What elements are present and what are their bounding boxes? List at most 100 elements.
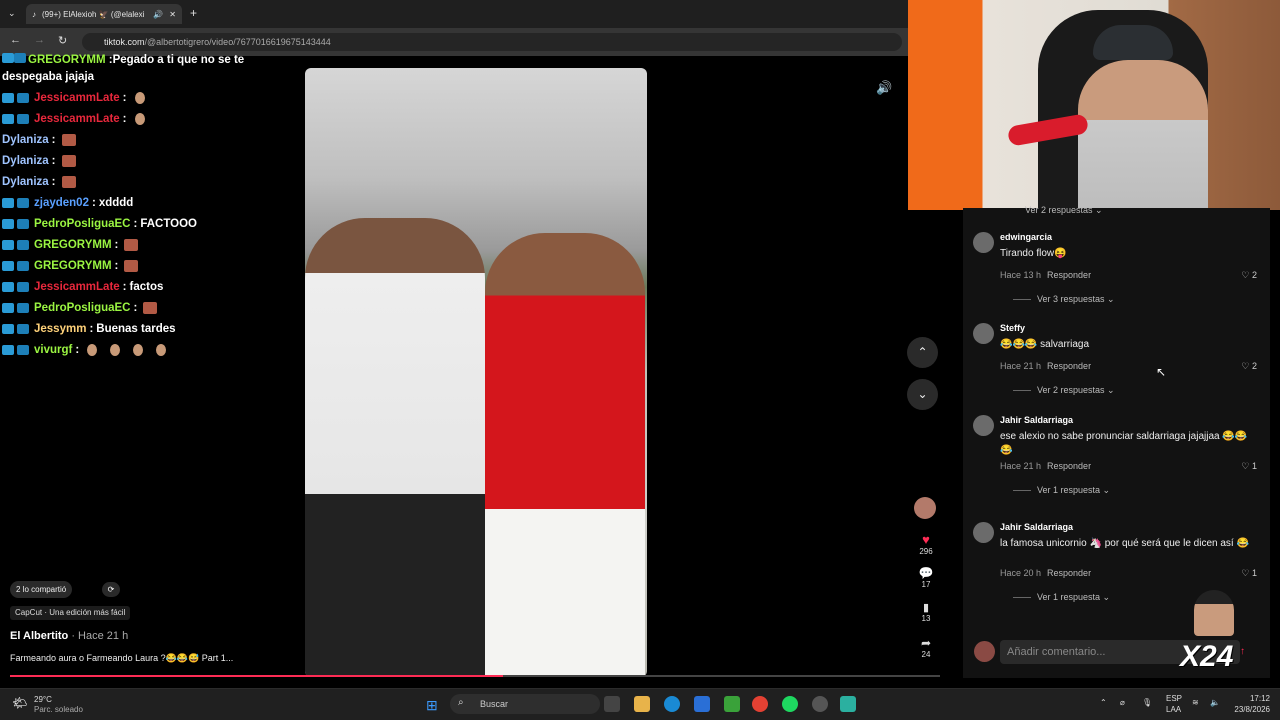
- chat-message: PedroPosliguaEC :: [2, 302, 158, 314]
- file-explorer-icon[interactable]: [634, 696, 650, 712]
- store-icon[interactable]: [694, 696, 710, 712]
- commenter-name[interactable]: Jahir Saldarriaga: [1000, 415, 1073, 425]
- edge-icon[interactable]: [664, 696, 680, 712]
- forward-icon[interactable]: →: [34, 34, 45, 46]
- chat-separator: :: [122, 113, 127, 125]
- chat-separator: :: [105, 54, 113, 66]
- chat-badge-icon: [2, 93, 14, 103]
- chat-message: Dylaniza :: [2, 134, 76, 146]
- obs-icon[interactable]: [812, 696, 828, 712]
- chat-separator: :: [51, 155, 56, 167]
- task-view-icon[interactable]: [604, 696, 620, 712]
- address-bar[interactable]: tiktok.com/@albertotigrero/video/7677016…: [82, 33, 902, 51]
- chat-emote-icon: [61, 134, 76, 146]
- weather-desc[interactable]: Parc. soleado: [34, 705, 83, 714]
- chat-badge-icon: [2, 324, 14, 334]
- comment-text: ese alexio no sabe pronunciar saldarriag…: [1000, 431, 1248, 456]
- tab-title: (99+) ElAlexioh 🦅 (@elalexi: [42, 9, 145, 19]
- chat-separator: :: [89, 323, 94, 335]
- chat-message: JessicammLate :: [2, 92, 150, 104]
- chat-badge-icon: [17, 261, 29, 271]
- chat-badge-icon: [17, 324, 29, 334]
- streamer: [1078, 60, 1208, 210]
- browser-tab[interactable]: ♪ (99+) ElAlexioh 🦅 (@elalexi 🔊 ✕: [26, 4, 182, 24]
- taskbar-search[interactable]: Buscar: [450, 694, 600, 714]
- volume-tray-icon[interactable]: 🔈: [1210, 698, 1220, 707]
- url-path: /@albertotigrero/video/76770166196751434…: [144, 37, 331, 47]
- clock[interactable]: 17:12: [1230, 694, 1270, 703]
- comment-like[interactable]: ♡ 2: [1241, 270, 1257, 281]
- new-tab-button[interactable]: +: [190, 6, 197, 20]
- commenter-avatar[interactable]: [973, 522, 994, 543]
- chat-badge-icon: [2, 345, 14, 355]
- weather-temp[interactable]: 29°C: [34, 695, 52, 704]
- reply-button[interactable]: Responder: [1047, 361, 1091, 371]
- commenter-name[interactable]: Steffy: [1000, 323, 1025, 333]
- shared-chip[interactable]: 2 lo compartió: [10, 581, 73, 598]
- chat-username: JessicammLate: [34, 113, 120, 125]
- comment-like[interactable]: ♡ 2: [1241, 361, 1257, 372]
- chat-badge-icon: [17, 240, 29, 250]
- video-person-left: [305, 218, 485, 677]
- minecraft-icon[interactable]: [724, 696, 740, 712]
- video-person-right: [485, 233, 645, 677]
- view-replies[interactable]: Ver 1 respuesta ⌄: [1013, 592, 1110, 603]
- chat-message: GREGORYMM :: [2, 260, 139, 272]
- video-caption: Farmeando aura o Farmeando Laura ?😂😂😅 Pa…: [10, 653, 234, 663]
- top-more-replies[interactable]: Ver 2 respuestas ⌄: [1025, 205, 1103, 216]
- video-author[interactable]: El Albertito · Hace 21 h: [10, 630, 128, 642]
- start-icon[interactable]: ⊞: [426, 697, 438, 714]
- chrome-icon[interactable]: [752, 696, 768, 712]
- chat-badge-icon: [2, 114, 14, 124]
- chat-badge-icon: [17, 114, 29, 124]
- comment-like[interactable]: ♡ 1: [1241, 461, 1257, 472]
- lang-secondary[interactable]: LAA: [1166, 705, 1181, 714]
- commenter-avatar[interactable]: [973, 415, 994, 436]
- chat-username: vivurgf: [34, 344, 73, 356]
- wifi-icon[interactable]: ≋: [1192, 698, 1199, 707]
- weather-icon[interactable]: 🌤: [12, 696, 27, 710]
- speaker-icon[interactable]: 🔊: [153, 10, 163, 19]
- prev-video-button[interactable]: ⌃: [907, 337, 938, 368]
- reload-icon[interactable]: ↻: [58, 34, 67, 47]
- spotify-icon[interactable]: [782, 696, 798, 712]
- chat-text: xdddd: [98, 197, 134, 209]
- commenter-avatar[interactable]: [973, 232, 994, 253]
- reply-button[interactable]: Responder: [1047, 461, 1091, 471]
- notepad-icon[interactable]: [840, 696, 856, 712]
- chat-badge-icon: [2, 219, 14, 229]
- comment-time: Hace 21 h: [1000, 361, 1042, 371]
- commenter-avatar[interactable]: [973, 323, 994, 344]
- volume-icon[interactable]: 🔊: [876, 80, 892, 96]
- tab-list-icon[interactable]: ⌄: [8, 8, 16, 19]
- capcut-anchor[interactable]: CapCut · Una edición más fácil: [10, 606, 131, 620]
- comment-like[interactable]: ♡ 1: [1241, 568, 1257, 579]
- close-tab-icon[interactable]: ✕: [169, 10, 176, 19]
- network-icon[interactable]: ⌀: [1120, 698, 1125, 707]
- next-video-button[interactable]: ⌄: [907, 379, 938, 410]
- share-action[interactable]: ➦ 24: [912, 636, 940, 659]
- back-icon[interactable]: ←: [10, 34, 21, 46]
- tray-chevron-icon[interactable]: ⌃: [1100, 698, 1107, 707]
- chat-emote-icon: [134, 92, 145, 104]
- repost-icon[interactable]: ⟳: [102, 582, 120, 597]
- video-player[interactable]: [305, 68, 647, 677]
- view-replies[interactable]: Ver 3 respuestas ⌄: [1013, 294, 1115, 305]
- video-progress-bar[interactable]: [10, 675, 940, 677]
- reply-button[interactable]: Responder: [1047, 568, 1091, 578]
- like-action[interactable]: ♥ 296: [912, 532, 940, 556]
- chat-emote-icon: [156, 344, 167, 356]
- date[interactable]: 23/8/2026: [1224, 705, 1270, 714]
- commenter-name[interactable]: Jahir Saldarriaga: [1000, 522, 1073, 532]
- mic-icon[interactable]: 🎙: [1142, 698, 1152, 707]
- author-avatar[interactable]: [914, 497, 936, 519]
- commenter-name[interactable]: edwingarcia: [1000, 232, 1052, 242]
- view-replies[interactable]: Ver 1 respuesta ⌄: [1013, 485, 1110, 496]
- save-action[interactable]: ▮ 13: [912, 601, 940, 623]
- comment-action[interactable]: 💬 17: [912, 566, 940, 589]
- view-replies[interactable]: Ver 2 respuestas ⌄: [1013, 385, 1115, 396]
- reply-button[interactable]: Responder: [1047, 270, 1091, 280]
- lang-primary[interactable]: ESP: [1166, 694, 1182, 703]
- chat-emote-icon: [124, 260, 139, 272]
- comment-meta: Hace 21 h Responder: [1000, 461, 1091, 471]
